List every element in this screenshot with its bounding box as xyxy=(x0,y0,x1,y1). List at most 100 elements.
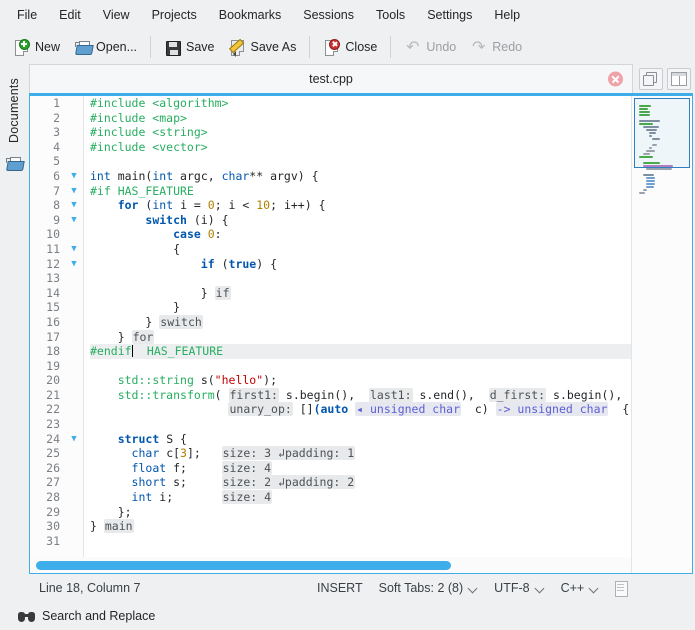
minimap-line xyxy=(643,153,650,155)
code-line-20: std::string s("hello"); xyxy=(117,373,277,388)
close-button[interactable]: Close xyxy=(316,36,384,59)
fold-marker xyxy=(65,490,83,505)
inlay-hint-if: if xyxy=(214,285,231,300)
fold-marker xyxy=(65,417,83,432)
code-line-26: float f; size: 4 xyxy=(131,460,273,475)
save-button[interactable]: Save xyxy=(157,36,222,59)
fold-marker xyxy=(65,154,83,169)
split-view-icon[interactable] xyxy=(667,67,691,90)
fold-marker[interactable]: ▼ xyxy=(65,184,83,199)
language-mode-selector[interactable]: C++ xyxy=(553,579,608,597)
redo-arrow-icon: ↷ xyxy=(472,38,486,56)
fold-marker[interactable]: ▼ xyxy=(65,169,83,184)
open-button[interactable]: Open... xyxy=(67,36,144,59)
menu-projects[interactable]: Projects xyxy=(141,4,208,26)
documents-folder-icon[interactable] xyxy=(5,157,25,173)
fold-marker xyxy=(65,125,83,140)
line-number: 26 xyxy=(46,460,60,475)
close-button-label: Close xyxy=(345,40,378,54)
line-number: 15 xyxy=(46,300,60,315)
minimap-line xyxy=(646,150,655,152)
clone-view-icon[interactable] xyxy=(639,67,663,90)
line-number: 3 xyxy=(53,125,60,140)
search-and-replace-label: Search and Replace xyxy=(42,609,156,623)
fold-marker[interactable]: ▼ xyxy=(65,242,83,257)
new-button-label: New xyxy=(35,40,61,54)
fold-marker[interactable]: ▼ xyxy=(65,198,83,213)
menu-view[interactable]: View xyxy=(92,4,141,26)
inlay-hint-size-4a: size: 4 xyxy=(221,460,273,475)
save-as-button[interactable]: Save As xyxy=(222,36,304,59)
hscroll-track[interactable] xyxy=(34,560,627,570)
inlay-hint-size-3: size: 3 ↲padding: 1 xyxy=(221,446,356,461)
fold-marker xyxy=(65,315,83,330)
line-number-column: 1 2 3 4 5 6 7 8 9 10 11 12 13 14 15 16 1… xyxy=(30,96,65,557)
workspace: Documents test.cpp 1 2 3 4 5 6 7 8 9 10 … xyxy=(0,64,695,602)
line-number: 5 xyxy=(53,154,60,169)
minimap-line xyxy=(639,123,653,125)
fold-marker xyxy=(65,534,83,549)
minimap-line xyxy=(639,108,648,110)
menu-bookmarks[interactable]: Bookmarks xyxy=(208,4,293,26)
hscroll-thumb[interactable] xyxy=(36,560,452,570)
menu-help[interactable]: Help xyxy=(483,4,531,26)
minimap-line xyxy=(646,129,657,131)
code-text-pane[interactable]: #include <algorithm> #include <map> #inc… xyxy=(84,96,631,557)
undo-button[interactable]: ↶ Undo xyxy=(397,36,463,59)
sidebar-tab-documents[interactable]: Documents xyxy=(4,72,24,149)
menu-bar: File Edit View Projects Bookmarks Sessio… xyxy=(0,0,695,30)
menu-tools[interactable]: Tools xyxy=(365,4,416,26)
code-line-6: int main(int argc, char** argv) { xyxy=(90,168,319,183)
kate-editor-window: File Edit View Projects Bookmarks Sessio… xyxy=(0,0,695,630)
redo-button[interactable]: ↷ Redo xyxy=(463,36,529,59)
new-button[interactable]: New xyxy=(6,36,67,59)
code-area[interactable]: 1 2 3 4 5 6 7 8 9 10 11 12 13 14 15 16 1… xyxy=(30,96,631,557)
document-mode-icon[interactable] xyxy=(613,580,629,597)
minimap-line xyxy=(639,192,645,194)
document-tab-test-cpp[interactable]: test.cpp xyxy=(29,64,633,93)
line-number: 16 xyxy=(46,314,60,329)
insert-mode-indicator[interactable]: INSERT xyxy=(309,579,371,597)
minimap-line xyxy=(646,180,655,182)
line-number: 2 xyxy=(53,110,60,125)
code-line-21: std::transform( first1: s.begin(), last1… xyxy=(117,387,623,402)
line-number: 10 xyxy=(46,227,60,242)
menu-edit[interactable]: Edit xyxy=(48,4,92,26)
search-and-replace-button[interactable]: Search and Replace xyxy=(12,607,161,625)
encoding-selector[interactable]: UTF-8 xyxy=(486,579,552,597)
inlay-hint-return-type: -> unsigned char xyxy=(495,402,609,417)
save-as-pencil-icon xyxy=(228,38,246,57)
menu-sessions[interactable]: Sessions xyxy=(292,4,365,26)
inlay-hint-last1: last1: xyxy=(368,387,413,402)
redo-button-label: Redo xyxy=(492,40,523,54)
menu-file[interactable]: File xyxy=(6,4,48,26)
close-document-icon xyxy=(323,38,341,56)
code-line-1: #include <algorithm> xyxy=(90,96,229,110)
fold-marker[interactable]: ▼ xyxy=(65,432,83,447)
undo-arrow-icon: ↶ xyxy=(406,38,420,56)
minimap-line xyxy=(649,147,652,149)
minimap-line xyxy=(643,189,647,191)
code-line-14: } if xyxy=(200,285,231,300)
close-icon[interactable] xyxy=(608,71,623,87)
code-line-22: unary_op: [](auto ◂ unsigned char c) -> … xyxy=(228,402,630,417)
fold-marker[interactable]: ▼ xyxy=(65,257,83,272)
fold-marker xyxy=(65,227,83,242)
minimap[interactable] xyxy=(631,96,692,573)
line-number: 25 xyxy=(46,446,60,461)
inlay-hint-auto-type: ◂ unsigned char xyxy=(355,402,462,417)
horizontal-scrollbar[interactable] xyxy=(30,557,631,573)
soft-tabs-selector[interactable]: Soft Tabs: 2 (8) xyxy=(371,579,487,597)
menu-settings[interactable]: Settings xyxy=(416,4,483,26)
text-cursor xyxy=(131,345,134,358)
code-line-18: #endif HAS_FEATURE xyxy=(90,344,631,359)
inlay-hint-size-4b: size: 4 xyxy=(221,490,273,505)
code-line-7: #if HAS_FEATURE xyxy=(90,183,194,198)
fold-marker[interactable]: ▼ xyxy=(65,213,83,228)
toolbar-separator-1 xyxy=(150,36,152,58)
minimap-line xyxy=(646,177,655,179)
minimap-line xyxy=(652,144,657,146)
gutter: 1 2 3 4 5 6 7 8 9 10 11 12 13 14 15 16 1… xyxy=(30,96,84,557)
line-number: 19 xyxy=(46,358,60,373)
